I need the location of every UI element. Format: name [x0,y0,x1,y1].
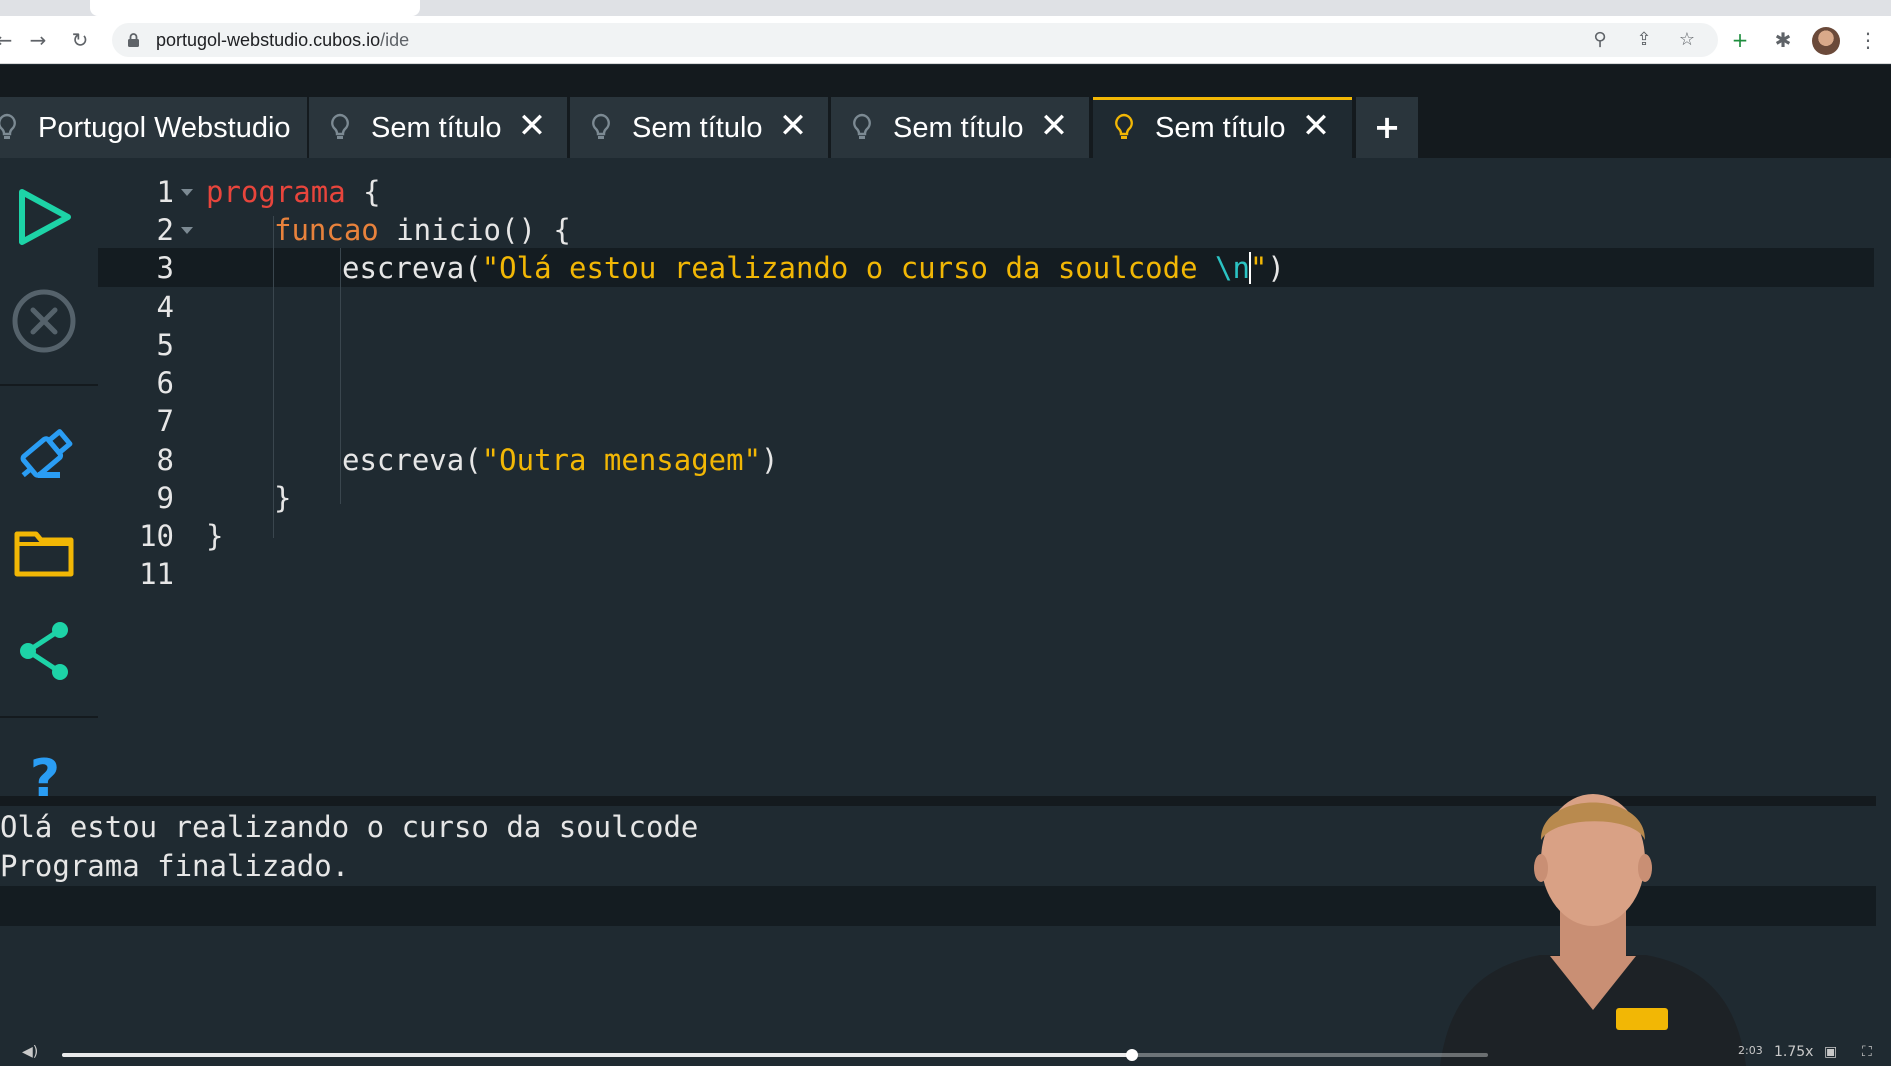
code-text: { [345,175,381,209]
code-editor[interactable]: 1 2 3 4 5 6 7 8 9 10 11 programa { funca… [98,158,1891,796]
escape-sequence: \n [1215,251,1250,285]
string-end: " [1249,251,1268,285]
tab-sem-titulo-1[interactable]: Sem título ✕ [309,97,567,158]
url-path: /ide [380,30,410,50]
lightbulb-icon [331,113,349,139]
line-number: 1 [156,175,174,209]
line-number: 6 [156,366,174,400]
video-progress-fill [62,1053,1132,1057]
browser-menu-icon[interactable]: ⋮ [1856,28,1880,52]
keyword-funcao: funcao [274,213,379,247]
add-tab-button[interactable]: + [1356,97,1418,158]
browser-toolbar: ← → ↻ portugol-webstudio.cubos.io/ide ⚲ … [0,16,1891,64]
line-number: 11 [139,557,174,591]
browser-tab[interactable] [90,0,420,16]
stop-icon[interactable] [8,284,82,358]
tab-sem-titulo-active[interactable]: Sem título ✕ [1093,97,1352,158]
line-number: 2 [156,213,174,247]
code-text: ) [1267,251,1285,285]
toolbar-separator [0,716,98,718]
share-page-icon[interactable]: ⇪ [1632,28,1656,52]
tab-label: Sem título [893,112,1024,144]
profile-avatar[interactable] [1812,27,1840,55]
usb-drive-icon[interactable] [8,416,82,490]
share-icon[interactable] [8,614,82,688]
browser-tab-strip [0,0,1891,16]
tab-label: Portugol Webstudio [38,112,291,144]
folder-icon[interactable] [8,514,82,588]
line-number: 9 [156,481,174,515]
zoom-icon[interactable]: ⚲ [1588,28,1612,52]
forward-icon[interactable]: → [26,28,50,52]
video-progress-bar[interactable] [62,1049,1488,1061]
tab-label: Sem título [632,112,763,144]
line-number: 8 [156,443,174,477]
presenter-video [1440,794,1746,1066]
screen: ← → ↻ portugol-webstudio.cubos.io/ide ⚲ … [0,0,1891,1066]
tab-label: Sem título [1155,112,1286,144]
code-line-10: } [206,519,224,553]
fold-arrow-icon[interactable] [181,227,193,234]
tab-label: Sem título [371,112,502,144]
lock-icon [128,33,139,47]
playback-speed[interactable]: 1.75x [1774,1044,1813,1060]
keyword-programa: programa [206,175,346,209]
ide-tab-bar: Portugol Webstudio Sem título ✕ Sem títu… [0,95,1891,158]
close-tab-icon[interactable]: ✕ [1299,109,1333,143]
picture-in-picture-icon[interactable]: ▣ [1824,1044,1837,1060]
url-host: portugol-webstudio.cubos.io [156,30,381,50]
video-progress-handle[interactable] [1125,1049,1138,1061]
code-line-1: programa { [206,175,381,209]
code-line-3: escreva("Olá estou realizando o curso da… [342,251,1285,285]
code-text: ) [761,443,779,477]
string-literal: "Outra mensagem" [481,443,762,477]
extension-plus-icon[interactable]: + [1728,28,1752,52]
lightbulb-icon [853,113,871,139]
function-call: escreva( [342,251,482,285]
lightbulb-icon [1115,113,1133,139]
play-icon[interactable] [8,180,82,254]
line-number: 7 [156,404,174,438]
lightbulb-icon [0,113,16,139]
line-number: 10 [139,519,174,553]
line-number: 4 [156,290,174,324]
string-literal: "Olá estou realizando o curso da soulcod… [481,251,1215,285]
lightbulb-icon [592,113,610,139]
line-number: 3 [156,251,174,285]
url-text: portugol-webstudio.cubos.io/ide [156,30,409,51]
bookmark-star-icon[interactable]: ☆ [1675,28,1699,52]
close-tab-icon[interactable]: ✕ [515,109,549,143]
ide-toolbar: ? [0,158,98,809]
tab-portugol-webstudio[interactable]: Portugol Webstudio [0,97,307,158]
volume-icon[interactable]: ◀) [22,1044,38,1060]
indent-guide [340,248,341,504]
address-bar[interactable]: portugol-webstudio.cubos.io/ide ⚲ ⇪ ☆ [112,23,1718,57]
code-line-9: } [274,481,292,515]
function-call: escreva( [342,443,482,477]
video-time: 2:03 [1738,1044,1763,1057]
console-line: Olá estou realizando o curso da soulcode [0,810,699,844]
close-tab-icon[interactable]: ✕ [1037,109,1071,143]
line-number: 5 [156,328,174,362]
back-icon[interactable]: ← [0,28,16,52]
code-text: inicio() { [378,213,571,247]
tab-sem-titulo-2[interactable]: Sem título ✕ [570,97,828,158]
extensions-puzzle-icon[interactable]: ✱ [1771,28,1795,52]
tab-sem-titulo-3[interactable]: Sem título ✕ [831,97,1089,158]
console-line: Programa finalizado. [0,849,350,883]
close-tab-icon[interactable]: ✕ [776,109,810,143]
code-line-8: escreva("Outra mensagem") [342,443,779,477]
reload-icon[interactable]: ↻ [68,28,92,52]
fullscreen-icon[interactable]: ⛶ [1862,1044,1872,1060]
fold-arrow-icon[interactable] [181,189,193,196]
code-line-2: funcao inicio() { [274,213,571,247]
toolbar-separator [0,384,98,386]
page-top-band [0,65,1891,95]
